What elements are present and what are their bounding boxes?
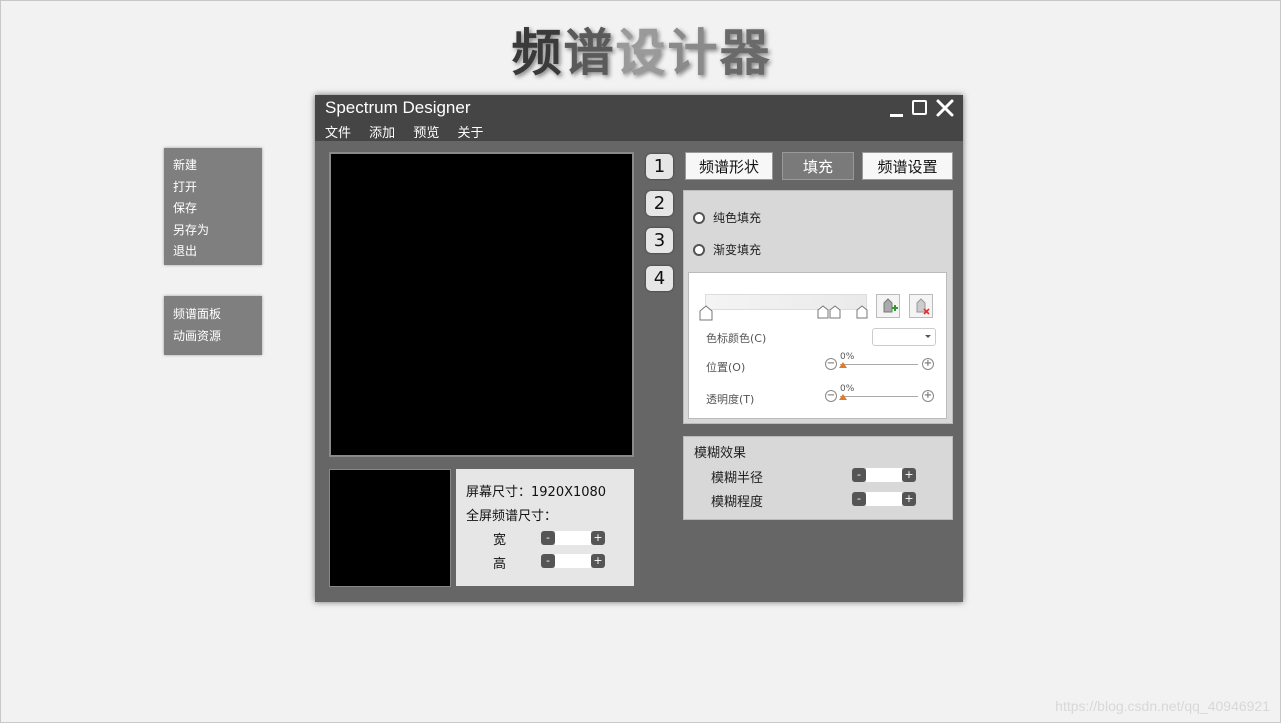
blur-degree-increment-button[interactable]: + bbox=[902, 492, 916, 506]
gradient-fill-label: 渐变填充 bbox=[713, 243, 762, 257]
maximize-icon[interactable] bbox=[912, 100, 928, 116]
menu-preview[interactable]: 预览 bbox=[413, 126, 439, 141]
gradient-bar[interactable] bbox=[705, 294, 867, 310]
blur-degree-input[interactable] bbox=[866, 492, 902, 506]
tab-fill[interactable]: 填充 bbox=[782, 152, 854, 180]
transparency-increment-button[interactable]: + bbox=[922, 390, 934, 402]
menu-add[interactable]: 添加 bbox=[369, 126, 395, 141]
menubar: 文件 添加 预览 关于 bbox=[325, 122, 497, 141]
add-stop-icon bbox=[883, 298, 898, 313]
step-2-button[interactable]: 2 bbox=[646, 191, 673, 216]
transparency-decrement-button[interactable]: − bbox=[825, 390, 837, 402]
height-input[interactable] bbox=[555, 554, 591, 568]
width-input[interactable] bbox=[555, 531, 591, 545]
blur-radius-stepper: - + bbox=[852, 468, 916, 482]
step-1-button[interactable]: 1 bbox=[646, 154, 673, 179]
app-heading: 频谱设计器 bbox=[1, 13, 1281, 85]
position-slider-thumb[interactable] bbox=[839, 362, 847, 368]
chevron-down-icon bbox=[925, 335, 931, 338]
screen-size-label: 屏幕尺寸：1920X1080 bbox=[466, 485, 607, 500]
fullscreen-size-label: 全屏频谱尺寸： bbox=[466, 509, 558, 524]
position-label: 位置(O) bbox=[706, 361, 746, 374]
blur-degree-label: 模糊程度 bbox=[711, 495, 764, 510]
height-decrement-button[interactable]: - bbox=[541, 554, 555, 568]
solid-fill-radio[interactable] bbox=[693, 211, 705, 224]
menu-item-open[interactable]: 打开 bbox=[164, 177, 262, 199]
gradient-stop-marker[interactable] bbox=[817, 305, 829, 319]
remove-stop-icon bbox=[916, 298, 930, 315]
window-title: Spectrum Designer bbox=[325, 98, 471, 117]
file-side-menu: 新建 打开 保存 另存为 退出 bbox=[164, 148, 262, 265]
watermark: https://blog.csdn.net/qq_40946921 bbox=[1055, 698, 1270, 714]
panels-side-menu: 频谱面板 动画资源 bbox=[164, 296, 262, 355]
position-decrement-button[interactable]: − bbox=[825, 358, 837, 370]
heading-char: 设 bbox=[615, 23, 668, 82]
blur-panel-title: 模糊效果 bbox=[694, 446, 747, 461]
tab-spectrum-shape[interactable]: 频谱形状 bbox=[685, 152, 773, 180]
position-value: 0% bbox=[840, 352, 855, 362]
width-label: 宽 bbox=[493, 533, 507, 548]
menu-item-save-as[interactable]: 另存为 bbox=[164, 220, 262, 242]
menu-about[interactable]: 关于 bbox=[457, 126, 483, 141]
width-increment-button[interactable]: + bbox=[591, 531, 605, 545]
remove-gradient-stop-button[interactable] bbox=[909, 294, 933, 318]
solid-fill-option[interactable]: 纯色填充 bbox=[693, 209, 761, 226]
stop-color-dropdown[interactable] bbox=[872, 328, 936, 346]
blur-radius-increment-button[interactable]: + bbox=[902, 468, 916, 482]
screen-size-panel: 屏幕尺寸：1920X1080 全屏频谱尺寸： 宽 - + 高 - + bbox=[456, 469, 634, 586]
height-label: 高 bbox=[493, 557, 507, 572]
spectrum-thumbnail bbox=[329, 469, 451, 587]
blur-radius-decrement-button[interactable]: - bbox=[852, 468, 866, 482]
gradient-editor: 色标颜色(C) 位置(O) − 0% + 透明度(T) − 0% + bbox=[688, 272, 947, 419]
blur-degree-decrement-button[interactable]: - bbox=[852, 492, 866, 506]
menu-item-spectrum-panel[interactable]: 频谱面板 bbox=[164, 304, 262, 326]
gradient-stop-marker[interactable] bbox=[699, 305, 713, 321]
gradient-fill-radio[interactable] bbox=[693, 243, 705, 256]
menu-item-new[interactable]: 新建 bbox=[164, 155, 262, 177]
step-4-button[interactable]: 4 bbox=[646, 266, 673, 291]
stop-color-label: 色标颜色(C) bbox=[706, 332, 767, 345]
menu-item-save[interactable]: 保存 bbox=[164, 198, 262, 220]
gradient-fill-option[interactable]: 渐变填充 bbox=[693, 241, 761, 258]
spectrum-preview-canvas bbox=[329, 152, 634, 457]
transparency-label: 透明度(T) bbox=[706, 393, 755, 406]
heading-char: 谱 bbox=[563, 23, 616, 82]
blur-degree-stepper: - + bbox=[852, 492, 916, 506]
add-gradient-stop-button[interactable] bbox=[876, 294, 900, 318]
fill-panel: 纯色填充 渐变填充 色标颜色(C) 位置(O) − 0% + 透明度(T) − … bbox=[683, 190, 953, 424]
solid-fill-label: 纯色填充 bbox=[713, 211, 762, 225]
width-decrement-button[interactable]: - bbox=[541, 531, 555, 545]
spectrum-designer-window: Spectrum Designer 文件 添加 预览 关于 屏幕尺寸：1920X… bbox=[315, 95, 963, 602]
position-increment-button[interactable]: + bbox=[922, 358, 934, 370]
menu-file[interactable]: 文件 bbox=[325, 126, 351, 141]
minimize-icon[interactable] bbox=[889, 97, 905, 117]
heading-char: 计 bbox=[667, 23, 720, 82]
height-increment-button[interactable]: + bbox=[591, 554, 605, 568]
gradient-stop-marker[interactable] bbox=[856, 305, 868, 319]
close-icon[interactable] bbox=[935, 98, 955, 118]
transparency-slider-thumb[interactable] bbox=[839, 394, 847, 400]
position-slider[interactable] bbox=[840, 364, 918, 365]
blur-radius-label: 模糊半径 bbox=[711, 471, 764, 486]
menu-item-animation-resources[interactable]: 动画资源 bbox=[164, 326, 262, 348]
heading-char: 器 bbox=[719, 23, 772, 82]
transparency-slider[interactable] bbox=[840, 396, 918, 397]
blur-radius-input[interactable] bbox=[866, 468, 902, 482]
width-stepper: - + bbox=[541, 531, 605, 545]
blur-effect-panel: 模糊效果 模糊半径 - + 模糊程度 - + bbox=[683, 436, 953, 520]
menu-item-exit[interactable]: 退出 bbox=[164, 241, 262, 263]
step-3-button[interactable]: 3 bbox=[646, 228, 673, 253]
height-stepper: - + bbox=[541, 554, 605, 568]
heading-char: 频 bbox=[511, 23, 564, 82]
tab-spectrum-settings[interactable]: 频谱设置 bbox=[862, 152, 953, 180]
transparency-value: 0% bbox=[840, 384, 855, 394]
gradient-stop-marker[interactable] bbox=[829, 305, 841, 319]
